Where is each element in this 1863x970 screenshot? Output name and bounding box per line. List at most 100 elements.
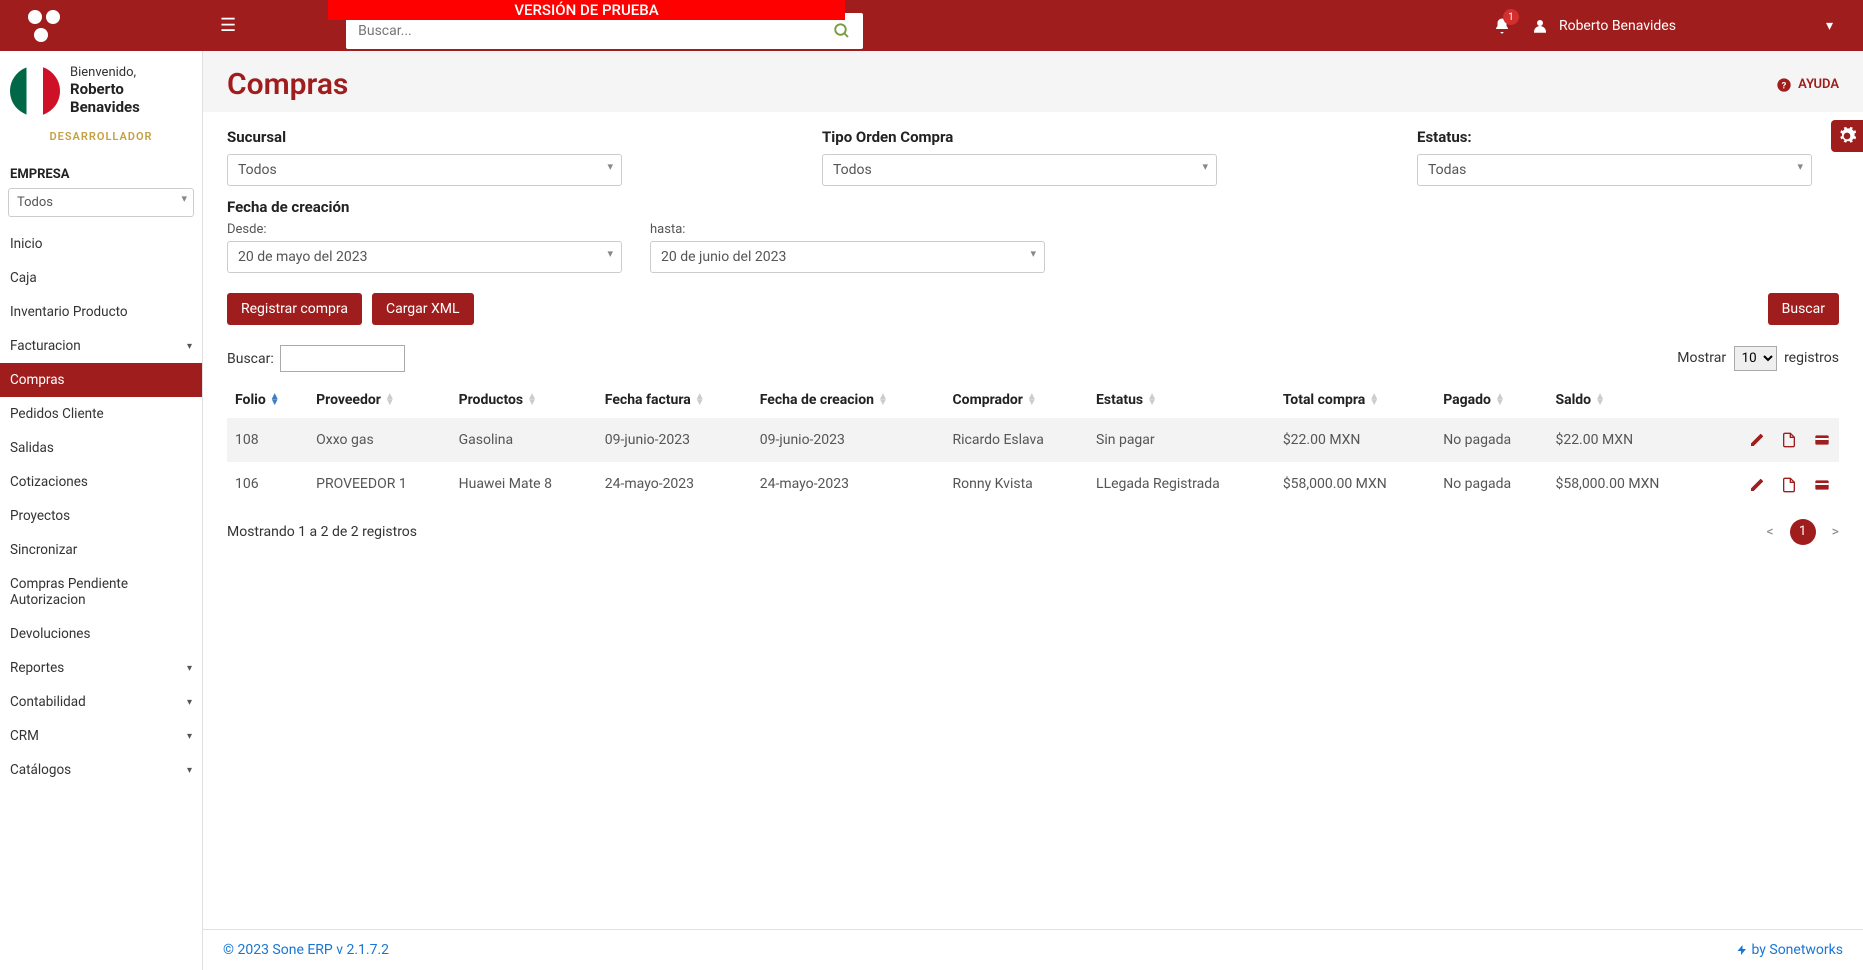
sidebar-item-crm[interactable]: CRM▾ [0, 719, 202, 753]
sidebar-item-label: Contabilidad [10, 694, 86, 710]
help-link[interactable]: ? AYUDA [1776, 77, 1839, 93]
payment-icon[interactable] [1813, 476, 1831, 492]
sidebar-item-compras[interactable]: Compras [0, 363, 202, 397]
sidebar-item-devoluciones[interactable]: Devoluciones [0, 617, 202, 651]
table-info: Mostrando 1 a 2 de 2 registros [227, 524, 417, 540]
menu-toggle-icon[interactable]: ☰ [220, 15, 236, 36]
page-size-select[interactable]: 10 [1734, 346, 1777, 371]
page-title: Compras [227, 67, 348, 102]
col-pagado[interactable]: Pagado▲▼ [1435, 382, 1547, 418]
cell-fecha_creacion: 09-junio-2023 [752, 418, 945, 462]
col-total-compra[interactable]: Total compra▲▼ [1275, 382, 1435, 418]
sidebar-item-sincronizar[interactable]: Sincronizar [0, 533, 202, 567]
sidebar-item-inventario-producto[interactable]: Inventario Producto [0, 295, 202, 329]
col-comprador[interactable]: Comprador▲▼ [945, 382, 1089, 418]
sidebar-item-label: Catálogos [10, 762, 71, 778]
cell-proveedor: Oxxo gas [308, 418, 450, 462]
col-estatus[interactable]: Estatus▲▼ [1088, 382, 1275, 418]
tipo-label: Tipo Orden Compra [822, 128, 1217, 146]
cell-estatus: Sin pagar [1088, 418, 1275, 462]
page-prev[interactable]: < [1767, 524, 1774, 540]
sidebar-item-reportes[interactable]: Reportes▾ [0, 651, 202, 685]
company-select[interactable]: Todos [8, 188, 194, 217]
flag-icon [10, 66, 60, 116]
sort-icon: ▲▼ [878, 394, 888, 406]
hasta-label: hasta: [650, 222, 1045, 237]
search-icon[interactable] [833, 20, 851, 41]
sidebar-item-cotizaciones[interactable]: Cotizaciones [0, 465, 202, 499]
fecha-label: Fecha de creación [227, 198, 1839, 216]
edit-icon[interactable] [1749, 432, 1765, 448]
registrar-compra-button[interactable]: Registrar compra [227, 293, 362, 325]
credits-link[interactable]: by Sonetworks [1736, 942, 1843, 958]
col-fecha-factura[interactable]: Fecha factura▲▼ [597, 382, 752, 418]
chevron-down-icon: ▾ [187, 731, 192, 742]
desde-select[interactable]: 20 de mayo del 2023 [227, 241, 622, 273]
estatus-select[interactable]: Todas [1417, 154, 1812, 186]
sort-icon: ▲▼ [270, 394, 280, 406]
trial-banner: VERSIÓN DE PRUEBA [328, 0, 845, 20]
credits-label: by Sonetworks [1752, 942, 1844, 958]
main: Compras ? AYUDA Sucursal Todos Tipo Orde… [203, 51, 1863, 970]
company-label: EMPRESA [0, 157, 202, 188]
col-productos[interactable]: Productos▲▼ [451, 382, 597, 418]
sucursal-select[interactable]: Todos [227, 154, 622, 186]
sucursal-label: Sucursal [227, 128, 622, 146]
notification-bell-icon[interactable]: 1 [1493, 15, 1511, 36]
sidebar-item-contabilidad[interactable]: Contabilidad ▾ [0, 685, 202, 719]
sidebar-item-compras-pendiente-autorizacion[interactable]: Compras Pendiente Autorizacion [0, 567, 202, 617]
username-label: Roberto Benavides [1559, 18, 1676, 34]
hasta-select[interactable]: 20 de junio del 2023 [650, 241, 1045, 273]
user-icon [1531, 17, 1549, 35]
sort-icon: ▲▼ [385, 394, 395, 406]
page-next[interactable]: > [1832, 524, 1839, 540]
user-menu[interactable]: Roberto Benavides ▾ [1531, 17, 1833, 35]
settings-tab-icon[interactable] [1831, 120, 1863, 152]
search-input[interactable] [358, 23, 833, 39]
edit-icon[interactable] [1749, 476, 1765, 492]
bolt-icon [1736, 944, 1748, 956]
sidebar-item-catálogos[interactable]: Catálogos▾ [0, 753, 202, 787]
chevron-down-icon: ▾ [187, 697, 192, 708]
tipo-select[interactable]: Todos [822, 154, 1217, 186]
nav-list: InicioCaja Inventario Producto Facturacion… [0, 227, 202, 787]
show-prefix: Mostrar [1677, 350, 1726, 366]
col-proveedor[interactable]: Proveedor▲▼ [308, 382, 450, 418]
sidebar-item-inicio[interactable]: Inicio [0, 227, 202, 261]
cell-actions [1708, 418, 1839, 462]
sidebar-item-salidas[interactable]: Salidas [0, 431, 202, 465]
cell-total: $22.00 MXN [1275, 418, 1435, 462]
pdf-icon[interactable] [1781, 476, 1797, 492]
cell-pagado: No pagada [1435, 462, 1547, 506]
pdf-icon[interactable] [1781, 432, 1797, 448]
sidebar-item-proyectos[interactable]: Proyectos [0, 499, 202, 533]
col-actions [1708, 382, 1839, 418]
sidebar-item-caja[interactable]: Caja [0, 261, 202, 295]
pagination: < 1 > [1767, 519, 1839, 545]
sidebar-item-facturacion[interactable]: Facturacion▾ [0, 329, 202, 363]
table-row: 108Oxxo gasGasolina09-junio-202309-junio… [227, 418, 1839, 462]
purchases-table: Folio▲▼Proveedor▲▼Productos▲▼Fecha factu… [227, 382, 1839, 507]
sidebar-item-pedidos-cliente[interactable]: Pedidos Cliente [0, 397, 202, 431]
cell-pagado: No pagada [1435, 418, 1547, 462]
user-role: DESARROLLADOR [0, 130, 202, 157]
cargar-xml-button[interactable]: Cargar XML [372, 293, 474, 325]
page-current[interactable]: 1 [1790, 519, 1816, 545]
sort-icon: ▲▼ [527, 394, 537, 406]
copyright-link[interactable]: © 2023 Sone ERP v 2.1.7.2 [223, 942, 389, 958]
col-saldo[interactable]: Saldo▲▼ [1547, 382, 1707, 418]
table-search-input[interactable] [280, 345, 405, 372]
sidebar-item-label: Pedidos Cliente [10, 406, 104, 422]
top-right: 1 Roberto Benavides ▾ [1493, 15, 1863, 36]
cell-folio: 108 [227, 418, 308, 462]
col-folio[interactable]: Folio▲▼ [227, 382, 308, 418]
buscar-button[interactable]: Buscar [1768, 293, 1839, 325]
payment-icon[interactable] [1813, 432, 1831, 448]
table-row: 106PROVEEDOR 1Huawei Mate 824-mayo-20232… [227, 462, 1839, 506]
cell-saldo: $22.00 MXN [1547, 418, 1707, 462]
col-fecha-de-creacion[interactable]: Fecha de creacion▲▼ [752, 382, 945, 418]
user-card: Bienvenido, Roberto Benavides [0, 51, 202, 130]
cell-comprador: Ronny Kvista [945, 462, 1089, 506]
help-icon: ? [1776, 77, 1792, 93]
sidebar-item-label: Inventario Producto [10, 304, 128, 320]
